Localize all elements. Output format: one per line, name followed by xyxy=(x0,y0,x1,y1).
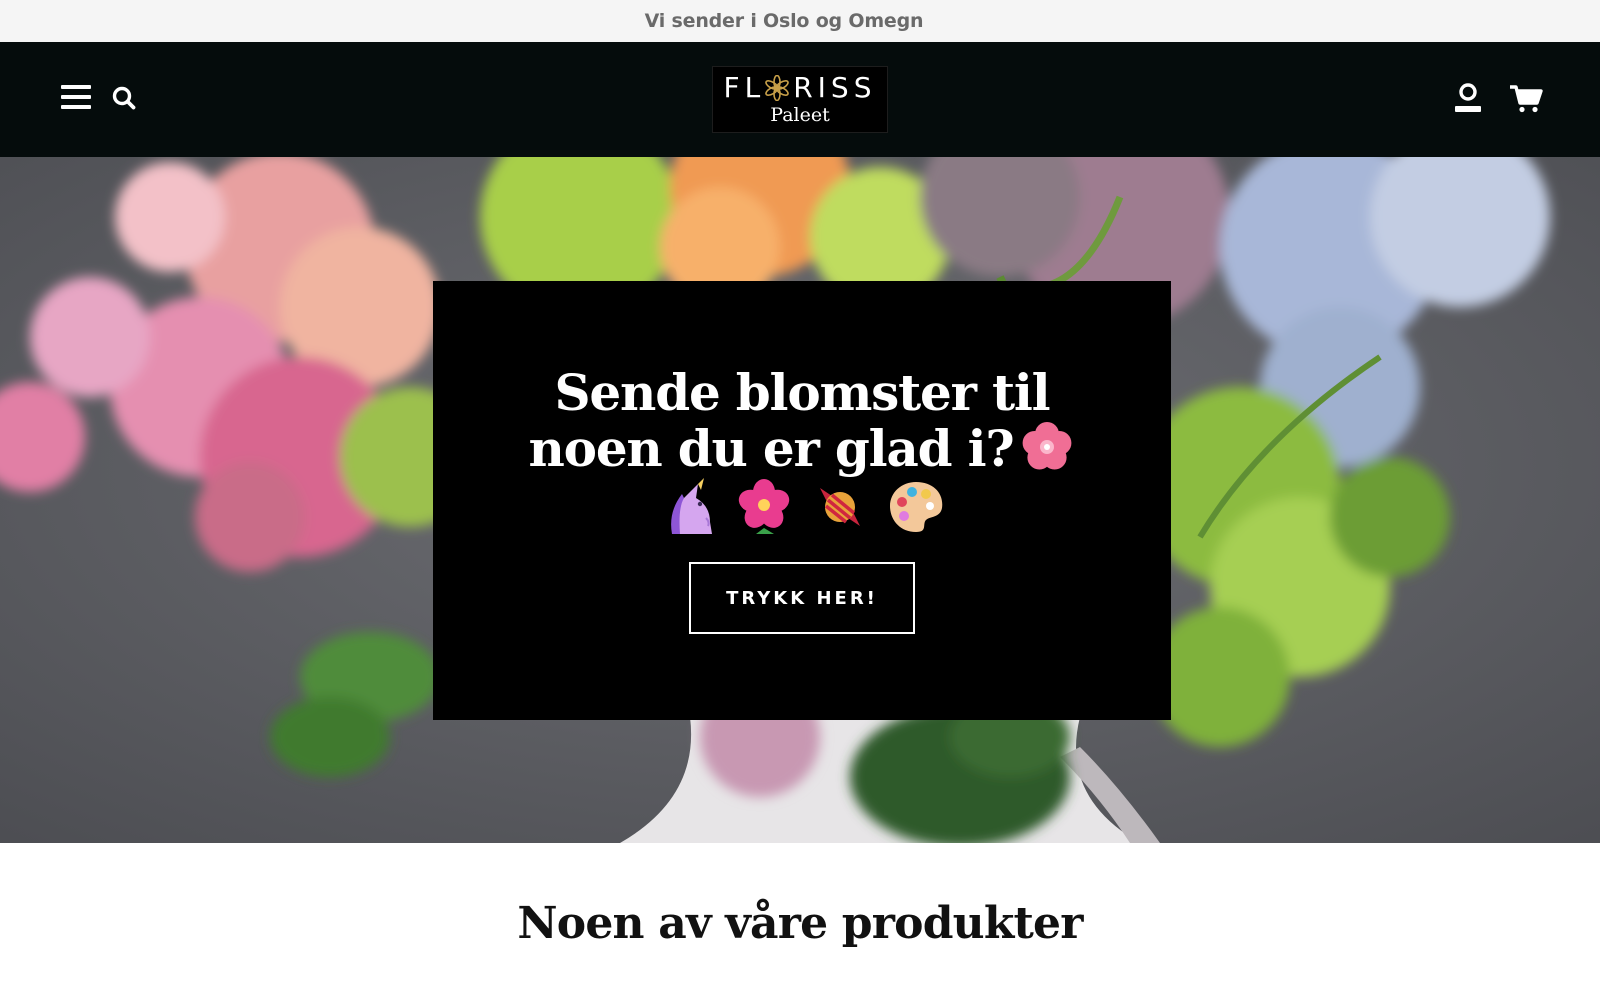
logo-text-right: RISS xyxy=(793,71,877,104)
site-header: FL RISS Paleet xyxy=(0,42,1600,157)
hero-banner: Sende blomster til noen du er glad i? TR… xyxy=(0,157,1600,843)
user-icon xyxy=(1455,83,1481,112)
hero-heading-text: Sende blomster til noen du er glad i? xyxy=(528,363,1051,478)
logo-subtitle: Paleet xyxy=(770,104,830,126)
site-logo[interactable]: FL RISS Paleet xyxy=(712,66,888,133)
cta-button[interactable]: TRYKK HER! xyxy=(689,562,915,634)
hero-heading: Sende blomster til noen du er glad i? xyxy=(522,365,1082,476)
hibiscus-icon xyxy=(738,479,790,534)
cta-button-label: TRYKK HER! xyxy=(726,587,878,609)
shopping-cart-icon xyxy=(1510,85,1543,113)
emoji-row xyxy=(658,478,946,536)
unicorn-icon xyxy=(671,478,712,534)
announcement-text: Vi sender i Oslo og Omegn xyxy=(644,10,924,32)
search-button[interactable] xyxy=(108,82,140,114)
search-icon xyxy=(112,86,136,110)
hamburger-menu-icon xyxy=(61,85,91,109)
announcement-bar: Vi sender i Oslo og Omegn xyxy=(0,0,1600,42)
products-heading: Noen av våre produkter xyxy=(517,898,1083,949)
candy-icon xyxy=(820,488,860,526)
promo-box: Sende blomster til noen du er glad i? TR… xyxy=(433,281,1171,720)
logo-wordmark: FL RISS xyxy=(724,73,877,103)
artist-palette-icon xyxy=(890,482,943,532)
cherry-blossom-icon xyxy=(1023,422,1072,470)
flower-logo-icon xyxy=(765,75,790,101)
menu-button[interactable] xyxy=(58,80,94,114)
account-button[interactable] xyxy=(1450,80,1486,116)
cart-button[interactable] xyxy=(1506,82,1546,116)
logo-text-left: FL xyxy=(723,71,766,104)
